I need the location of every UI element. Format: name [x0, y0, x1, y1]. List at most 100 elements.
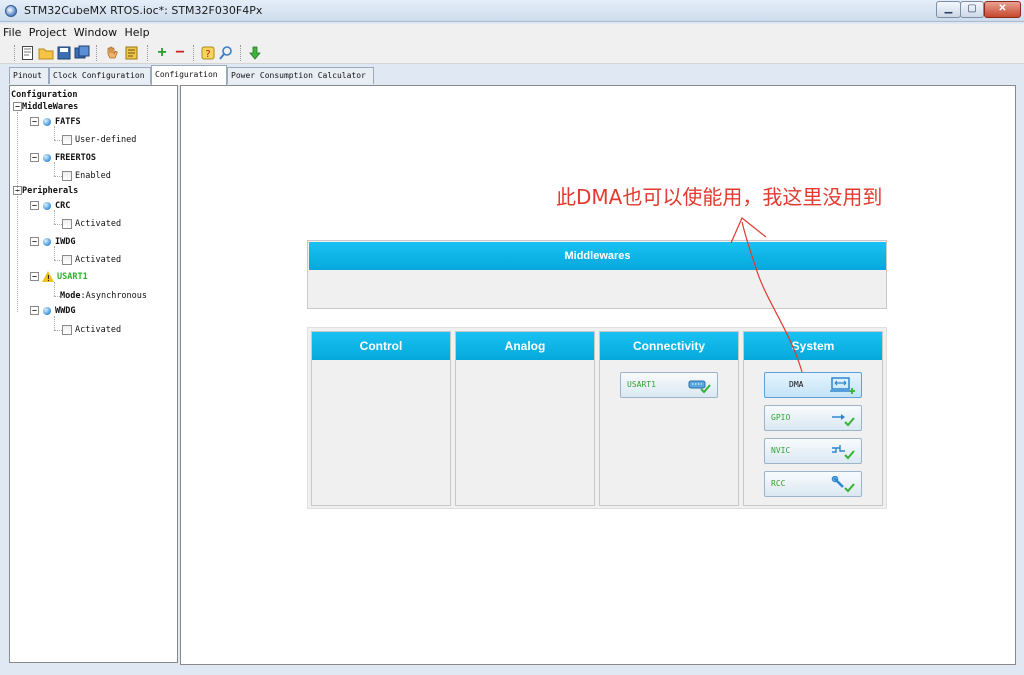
peripheral-status-icon — [43, 201, 51, 210]
tree-option-usart1-mode[interactable]: Mode:Asynchronous — [60, 290, 147, 302]
rcc-config-button[interactable]: RCC — [764, 471, 862, 497]
title-bar: STM32CubeMX RTOS.ioc*: STM32F030F4Px ▁ ▢… — [0, 0, 1024, 22]
peripheral-status-icon — [43, 306, 51, 315]
tree-option-iwdg-activated[interactable]: Activated — [62, 254, 121, 266]
search-icon[interactable] — [218, 45, 234, 61]
option-label: Activated — [75, 219, 122, 229]
collapse-icon[interactable]: − — [30, 306, 39, 315]
menu-bar: File Project Window Help — [0, 24, 1024, 42]
tab-pinout[interactable]: Pinout — [9, 67, 49, 84]
group-analog: Analog — [455, 331, 595, 506]
tree-root-label: Configuration — [11, 90, 78, 100]
nvic-config-button[interactable]: NVIC — [764, 438, 862, 464]
tree-node-label: FREERTOS — [55, 153, 96, 163]
option-label: User-defined — [75, 135, 137, 145]
tree-node-fatfs[interactable]: − FATFS — [30, 116, 81, 128]
app-icon — [5, 5, 17, 17]
collapse-icon[interactable]: − — [13, 102, 22, 111]
tree-node-crc[interactable]: − CRC — [30, 200, 70, 212]
tree-node-freertos[interactable]: − FREERTOS — [30, 152, 96, 164]
tree-connector — [17, 112, 18, 192]
save-icon[interactable] — [56, 45, 72, 61]
help-icon[interactable]: ? — [200, 45, 216, 61]
tree-connector — [54, 282, 55, 296]
minimize-button[interactable]: ▁ — [936, 1, 961, 18]
collapse-icon[interactable]: − — [30, 153, 39, 162]
menu-file[interactable]: File — [3, 24, 21, 42]
tab-power-consumption-calculator[interactable]: Power Consumption Calculator — [227, 67, 374, 84]
nvic-icon — [832, 445, 855, 460]
tree-connector — [17, 196, 18, 312]
group-header-control: Control — [312, 332, 450, 360]
option-label: Activated — [75, 255, 122, 265]
tree-node-wwdg[interactable]: − WWDG — [30, 305, 75, 317]
tree-connector — [54, 176, 62, 177]
new-project-icon[interactable] — [20, 45, 36, 61]
tree-option-freertos-enabled[interactable]: Enabled — [62, 170, 111, 182]
peripheral-status-icon — [43, 237, 51, 246]
button-label: USART1 — [627, 380, 656, 389]
tree-node-peripherals[interactable]: − Peripherals — [13, 185, 78, 197]
annotation-note: 此DMA也可以使能用，我这里没用到 — [556, 185, 883, 209]
group-control: Control — [311, 331, 451, 506]
maximize-button[interactable]: ▢ — [960, 1, 984, 18]
usart1-config-button[interactable]: USART1 — [620, 372, 718, 398]
middleware-status-icon — [43, 117, 51, 126]
tree-connector — [54, 296, 60, 297]
download-icon[interactable] — [247, 45, 263, 61]
tree-node-middlewares[interactable]: − MiddleWares — [13, 101, 78, 113]
toolbar-separator — [14, 45, 15, 61]
tree-connector — [54, 224, 62, 225]
remove-icon[interactable]: − — [172, 45, 188, 61]
tree-option-crc-activated[interactable]: Activated — [62, 218, 121, 230]
status-bar — [0, 666, 1024, 675]
button-label: DMA — [789, 380, 804, 389]
menu-project[interactable]: Project — [29, 24, 67, 42]
group-header-connectivity: Connectivity — [600, 332, 738, 360]
activated-checkbox[interactable] — [62, 254, 72, 265]
collapse-icon[interactable]: − — [30, 201, 39, 210]
mode-value: Asynchronous — [85, 291, 148, 301]
enabled-checkbox[interactable] — [62, 170, 72, 181]
user-defined-checkbox[interactable] — [62, 134, 72, 145]
tab-clock-configuration[interactable]: Clock Configuration — [49, 67, 151, 84]
warning-icon — [42, 271, 54, 285]
menu-help[interactable]: Help — [124, 24, 149, 42]
add-icon[interactable]: + — [154, 45, 170, 61]
option-label: Enabled — [75, 171, 111, 181]
toolbar: + − ? — [0, 42, 1024, 64]
button-label: NVIC — [771, 446, 791, 455]
save-as-icon[interactable] — [74, 45, 90, 61]
gpio-config-button[interactable]: GPIO — [764, 405, 862, 431]
tree-node-label: Peripherals — [22, 186, 79, 196]
configuration-tree: Configuration − MiddleWares − FATFS User-d… — [9, 85, 178, 663]
tree-connector — [54, 330, 62, 331]
collapse-icon[interactable]: − — [30, 272, 39, 281]
menu-window[interactable]: Window — [74, 24, 117, 42]
middlewares-panel: Middlewares — [307, 240, 887, 309]
dma-config-button[interactable]: DMA — [764, 372, 862, 398]
close-button[interactable]: ✕ — [984, 1, 1021, 18]
tree-connector — [54, 126, 55, 140]
open-folder-icon[interactable] — [38, 45, 54, 61]
option-label: Activated — [75, 325, 122, 335]
tree-node-label: CRC — [55, 201, 71, 211]
middlewares-header[interactable]: Middlewares — [309, 242, 886, 270]
tree-node-usart1[interactable]: − USART1 — [30, 271, 88, 285]
activated-checkbox[interactable] — [62, 324, 72, 335]
tree-node-iwdg[interactable]: − IWDG — [30, 236, 75, 248]
group-header-analog: Analog — [456, 332, 594, 360]
collapse-icon[interactable]: − — [30, 117, 39, 126]
hand-icon[interactable] — [104, 45, 120, 61]
tree-option-fatfs-user-defined[interactable]: User-defined — [62, 134, 136, 146]
activated-checkbox[interactable] — [62, 218, 72, 229]
svg-text:?: ? — [205, 49, 210, 60]
toolbar-separator — [193, 45, 194, 61]
tree-node-label: IWDG — [55, 237, 76, 247]
toolbar-separator — [240, 45, 241, 61]
wrench-icon — [831, 476, 855, 493]
tab-configuration[interactable]: Configuration — [151, 65, 227, 85]
tree-option-wwdg-activated[interactable]: Activated — [62, 324, 121, 336]
generate-report-icon[interactable] — [124, 45, 140, 61]
collapse-icon[interactable]: − — [30, 237, 39, 246]
